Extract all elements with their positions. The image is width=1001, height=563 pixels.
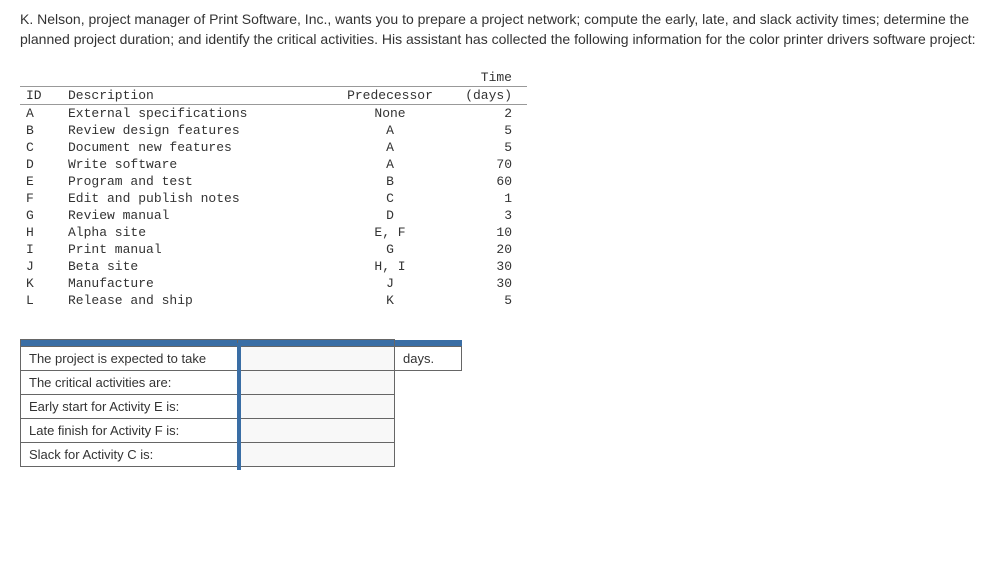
cell-id: B — [20, 122, 62, 139]
time-header-bottom: (days) — [446, 87, 527, 105]
cell-desc: Beta site — [62, 258, 334, 275]
table-row: B Review design features A 5 — [20, 122, 527, 139]
cell-time: 70 — [446, 156, 527, 173]
table-row: H Alpha site E, F 10 — [20, 224, 527, 241]
answer-input[interactable] — [238, 395, 395, 419]
table-row: E Program and test B 60 — [20, 173, 527, 190]
time-header-top: Time — [446, 69, 527, 87]
cell-id: F — [20, 190, 62, 207]
answer-unit: days. — [395, 347, 462, 371]
cell-desc: Review design features — [62, 122, 334, 139]
cell-pred: C — [334, 190, 446, 207]
cell-pred: A — [334, 122, 446, 139]
answer-table: The project is expected to take days. Th… — [20, 339, 462, 467]
table-row: F Edit and publish notes C 1 — [20, 190, 527, 207]
answer-row: Late finish for Activity F is: — [21, 419, 462, 443]
cell-time: 30 — [446, 258, 527, 275]
answer-row: The project is expected to take days. — [21, 347, 462, 371]
cell-pred: K — [334, 292, 446, 309]
cell-pred: H, I — [334, 258, 446, 275]
cell-time: 1 — [446, 190, 527, 207]
description-header: Description — [62, 87, 334, 105]
table-row: C Document new features A 5 — [20, 139, 527, 156]
cell-pred: E, F — [334, 224, 446, 241]
cell-desc: Review manual — [62, 207, 334, 224]
answer-label: The critical activities are: — [21, 371, 238, 395]
answer-row: Slack for Activity C is: — [21, 443, 462, 467]
table-row: A External specifications None 2 — [20, 105, 527, 123]
answer-row: Early start for Activity E is: — [21, 395, 462, 419]
cell-id: A — [20, 105, 62, 123]
cell-desc: Edit and publish notes — [62, 190, 334, 207]
answer-input[interactable] — [238, 443, 395, 467]
cell-time: 5 — [446, 292, 527, 309]
answer-row: The critical activities are: — [21, 371, 462, 395]
cell-pred: A — [334, 156, 446, 173]
cell-pred: B — [334, 173, 446, 190]
cell-time: 2 — [446, 105, 527, 123]
cell-time: 60 — [446, 173, 527, 190]
answer-label: Slack for Activity C is: — [21, 443, 238, 467]
answer-label: Late finish for Activity F is: — [21, 419, 238, 443]
answer-label: The project is expected to take — [21, 347, 238, 371]
cell-desc: Program and test — [62, 173, 334, 190]
table-row: D Write software A 70 — [20, 156, 527, 173]
cell-id: E — [20, 173, 62, 190]
cell-desc: Document new features — [62, 139, 334, 156]
cell-time: 5 — [446, 139, 527, 156]
problem-intro: K. Nelson, project manager of Print Soft… — [20, 10, 981, 49]
cell-desc: Alpha site — [62, 224, 334, 241]
cell-desc: Write software — [62, 156, 334, 173]
activity-table: Time ID Description Predecessor (days) A… — [20, 69, 527, 309]
table-row: G Review manual D 3 — [20, 207, 527, 224]
cell-time: 30 — [446, 275, 527, 292]
cell-id: H — [20, 224, 62, 241]
cell-time: 5 — [446, 122, 527, 139]
cell-desc: Release and ship — [62, 292, 334, 309]
cell-id: J — [20, 258, 62, 275]
cell-id: G — [20, 207, 62, 224]
answer-input[interactable] — [238, 419, 395, 443]
cell-pred: None — [334, 105, 446, 123]
cell-id: C — [20, 139, 62, 156]
cell-desc: External specifications — [62, 105, 334, 123]
cell-id: I — [20, 241, 62, 258]
cell-id: K — [20, 275, 62, 292]
cell-pred: D — [334, 207, 446, 224]
table-row: K Manufacture J 30 — [20, 275, 527, 292]
cell-desc: Print manual — [62, 241, 334, 258]
table-row: L Release and ship K 5 — [20, 292, 527, 309]
cell-id: L — [20, 292, 62, 309]
answer-label: Early start for Activity E is: — [21, 395, 238, 419]
id-header: ID — [20, 87, 62, 105]
cell-pred: A — [334, 139, 446, 156]
cell-desc: Manufacture — [62, 275, 334, 292]
answer-input[interactable] — [238, 347, 395, 371]
predecessor-header: Predecessor — [334, 87, 446, 105]
table-row: J Beta site H, I 30 — [20, 258, 527, 275]
cell-id: D — [20, 156, 62, 173]
cell-time: 10 — [446, 224, 527, 241]
cell-pred: J — [334, 275, 446, 292]
cell-pred: G — [334, 241, 446, 258]
table-row: I Print manual G 20 — [20, 241, 527, 258]
cell-time: 20 — [446, 241, 527, 258]
answer-input[interactable] — [238, 371, 395, 395]
cell-time: 3 — [446, 207, 527, 224]
